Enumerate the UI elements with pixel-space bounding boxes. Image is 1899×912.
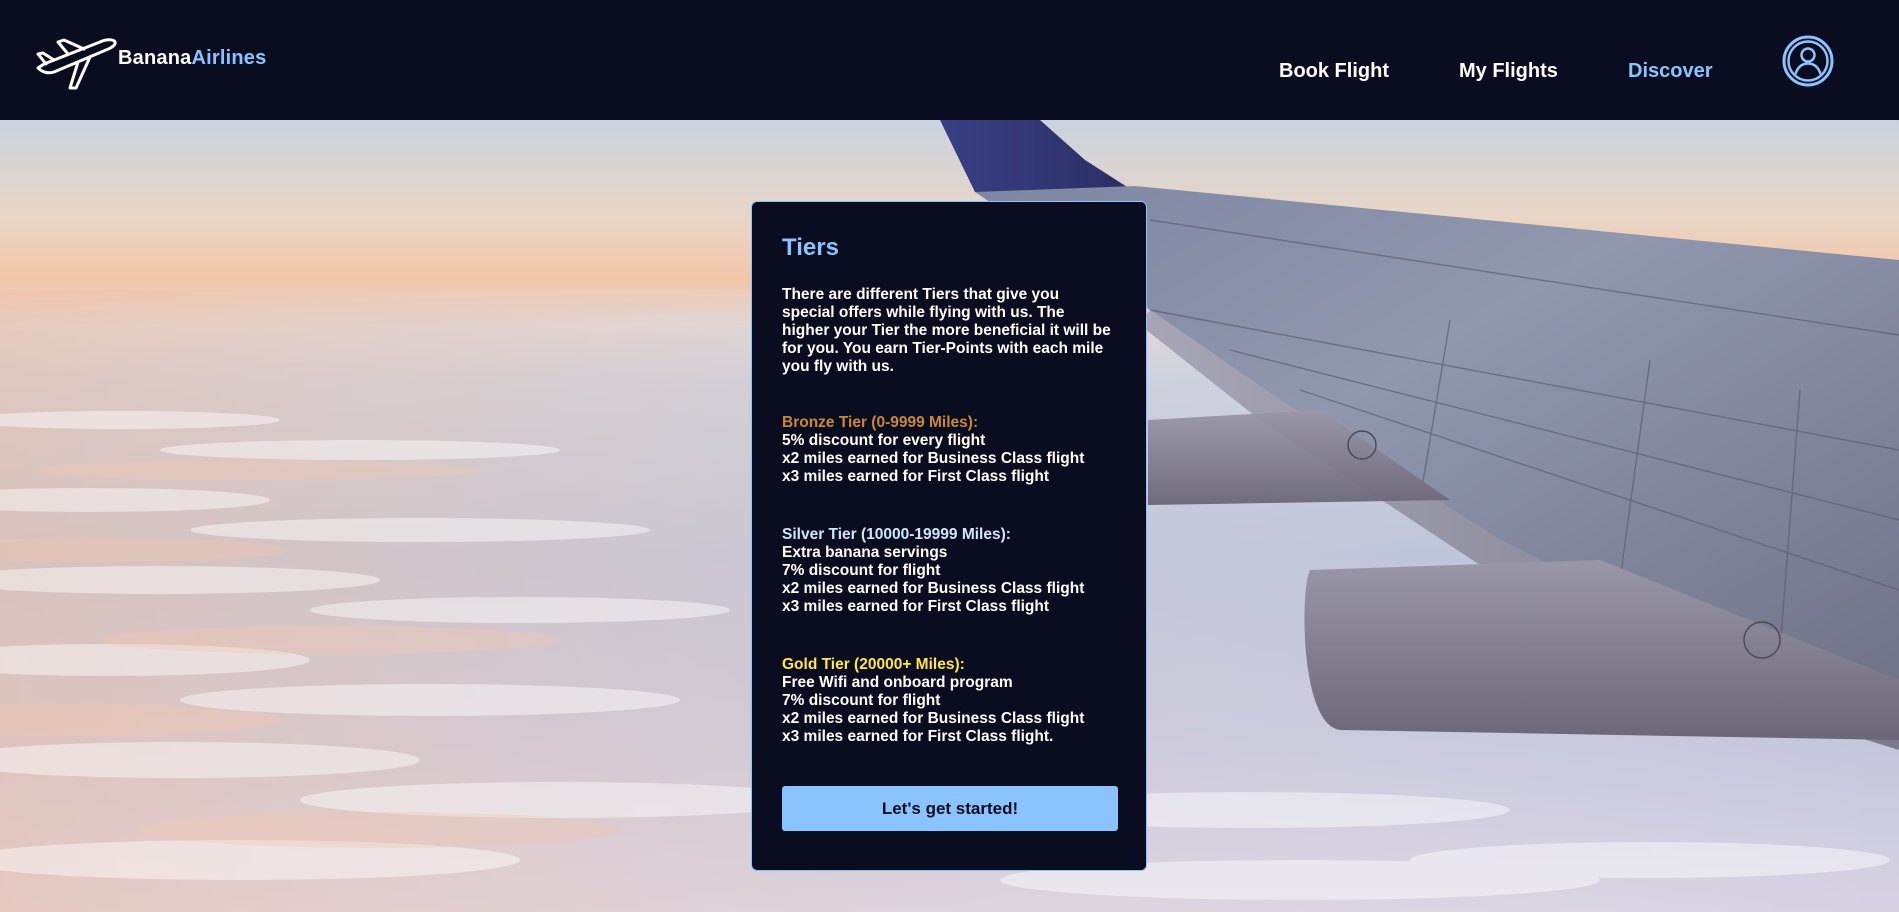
tier-perk: Extra banana servings xyxy=(782,544,948,561)
tier-perk: 5% discount for every flight xyxy=(782,432,986,449)
get-started-button[interactable]: Let's get started! xyxy=(782,786,1118,831)
nav-my-flights[interactable]: My Flights xyxy=(1459,60,1558,86)
tier-gold: Gold Tier (20000+ Miles): Free Wifi and … xyxy=(782,656,1122,746)
card-intro-text: There are different Tiers that give you … xyxy=(782,286,1111,375)
tier-heading: Gold Tier (20000+ Miles): xyxy=(782,656,965,673)
tiers-card: Tiers There are different Tiers that giv… xyxy=(751,201,1147,871)
tier-perk: x2 miles earned for Business Class fligh… xyxy=(782,710,1085,727)
tier-bronze: Bronze Tier (0-9999 Miles): 5% discount … xyxy=(782,414,1122,486)
profile-button[interactable] xyxy=(1782,35,1834,87)
tier-heading: Bronze Tier (0-9999 Miles): xyxy=(782,414,979,431)
tier-perk: x2 miles earned for Business Class fligh… xyxy=(782,450,1085,467)
tier-silver: Silver Tier (10000-19999 Miles): Extra b… xyxy=(782,526,1122,616)
airplane-icon xyxy=(36,38,117,90)
brand-name-part2: Airlines xyxy=(191,46,267,69)
tier-perk: 7% discount for flight xyxy=(782,562,941,579)
tier-perk: x3 miles earned for First Class flight xyxy=(782,468,1050,485)
top-navbar: BananaAirlines Book Flight My Flights Di… xyxy=(0,0,1899,120)
tier-perk: Free Wifi and onboard program xyxy=(782,674,1013,691)
tier-perk: x3 miles earned for First Class flight. xyxy=(782,728,1054,745)
card-title: Tiers xyxy=(782,234,839,261)
brand-name-part1: Banana xyxy=(118,46,192,69)
tier-perk: x2 miles earned for Business Class fligh… xyxy=(782,580,1085,597)
nav-discover[interactable]: Discover xyxy=(1628,60,1713,86)
tier-perk: 7% discount for flight xyxy=(782,692,941,709)
page: BananaAirlines Book Flight My Flights Di… xyxy=(0,0,1899,912)
tier-heading: Silver Tier (10000-19999 Miles): xyxy=(782,526,1011,543)
nav-book-flight[interactable]: Book Flight xyxy=(1279,60,1389,86)
brand-logo[interactable]: BananaAirlines xyxy=(34,34,266,92)
tier-perk: x3 miles earned for First Class flight xyxy=(782,598,1050,615)
user-circle-icon xyxy=(1782,35,1834,87)
brand-name: BananaAirlines xyxy=(118,47,266,70)
